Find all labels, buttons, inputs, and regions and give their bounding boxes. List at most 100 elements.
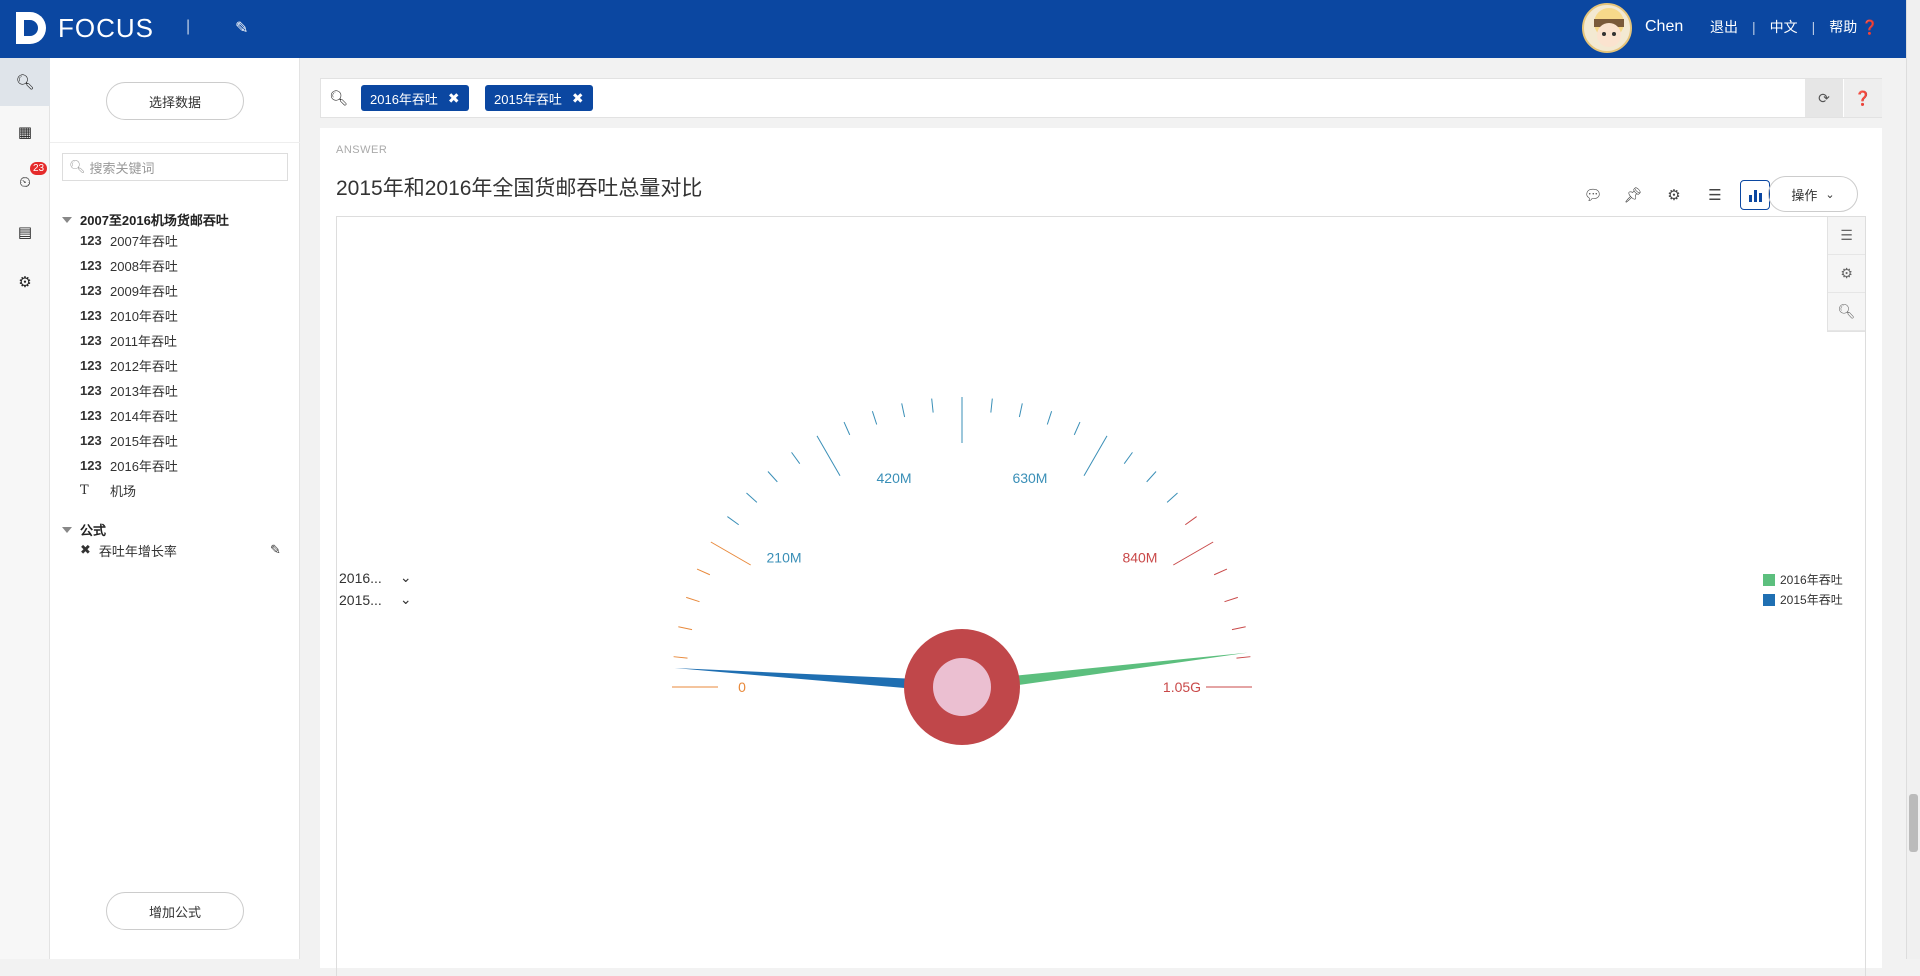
gauge-tick-label: 630M [1012, 470, 1047, 486]
search-nav-icon[interactable]: 🔍︎ [0, 58, 50, 106]
field-name: 2016年吞吐 [110, 458, 178, 474]
divider: | [186, 18, 191, 35]
number-type-icon: 123 [80, 307, 102, 323]
field-item[interactable]: 123 2008年吞吐 [80, 255, 178, 275]
field-name: 2013年吞吐 [110, 383, 178, 399]
field-item[interactable]: 123 2013年吞吐 [80, 380, 178, 400]
history-clock-icon[interactable]: ⏲ 23 [0, 158, 50, 206]
dataset-node[interactable]: 2007至2016机场货邮吞吐 [62, 210, 229, 229]
refresh-icon[interactable]: ⟳ [1805, 79, 1843, 117]
number-type-icon: 123 [80, 257, 102, 273]
help-link[interactable]: 帮助 ❓ [1829, 17, 1878, 37]
field-item[interactable]: 123 2014年吞吐 [80, 405, 178, 425]
chevron-down-icon[interactable] [62, 216, 72, 223]
avatar[interactable] [1582, 3, 1632, 53]
field-item[interactable]: 123 2007年吞吐 [80, 230, 178, 250]
settings-gear-icon[interactable]: ⚙ [0, 258, 50, 306]
help-icon[interactable]: ❓ [1844, 79, 1882, 117]
gauge-minor-tick [1046, 411, 1053, 425]
field-item[interactable]: 123 2010年吞吐 [80, 305, 178, 325]
gauge-minor-tick [1073, 421, 1081, 436]
select-data-button[interactable]: 选择数据 [106, 82, 244, 120]
logout-link[interactable]: 退出 [1710, 17, 1738, 37]
gauge-minor-tick [1231, 626, 1246, 631]
field-item[interactable]: 123 2015年吞吐 [80, 430, 178, 450]
search-bar[interactable]: 🔍︎ 2016年吞吐 ✖ 2015年吞吐 ✖ ⟳ ❓ [320, 78, 1882, 118]
help-label: 帮助 [1829, 19, 1858, 35]
settings-gear-icon[interactable]: ⚙ [1659, 180, 1689, 210]
username[interactable]: Chen [1645, 18, 1683, 36]
search-icon: 🔍︎ [69, 159, 86, 174]
number-type-icon: 123 [80, 407, 102, 423]
field-name: 机场 [110, 483, 137, 499]
calendar-icon[interactable]: ▤ [0, 208, 50, 256]
search-icon: 🔍︎ [329, 90, 349, 107]
question-circle-icon: ❓ [1861, 19, 1879, 35]
chart-container: ☰ ⚙ 🔍︎ 2016... ⌄ 2015... ⌄ 2016年吞吐 2015年… [336, 216, 1866, 976]
gauge-tick-label: 1.05G [1163, 679, 1201, 695]
formula-header: 公式 [80, 523, 107, 538]
page-scrollbar[interactable] [1906, 0, 1920, 959]
gauge-hub-inner [933, 658, 991, 716]
token-label: 2015年吞吐 [494, 91, 562, 107]
close-icon[interactable]: ✖ [572, 90, 584, 107]
gauge-chart: 0 210M 420M 630M 840M 1.05G [672, 397, 1252, 745]
operations-label: 操作 [1791, 187, 1818, 203]
chart-view-icon[interactable] [1740, 180, 1770, 210]
language-link[interactable]: 中文 [1770, 17, 1798, 37]
answer-card: ANSWER 2015年和2016年全国货邮吞吐总量对比 💬︎ 📌︎ ⚙ ☰ 操… [320, 128, 1882, 976]
gauge-minor-tick [990, 398, 993, 413]
list-icon[interactable]: ☰ [1828, 217, 1865, 255]
scrollbar-thumb[interactable] [1909, 794, 1918, 852]
top-bar: FOCUS | ✎ Chen 退出 | 中文 | 帮助 ❓ [0, 0, 1920, 58]
divider: | [1811, 19, 1816, 35]
gauge-minor-tick [1166, 492, 1178, 503]
search-token[interactable]: 2015年吞吐 ✖ [485, 85, 593, 111]
gauge-minor-tick [1236, 656, 1251, 659]
field-item[interactable]: 123 2012年吞吐 [80, 355, 178, 375]
chart-settings-icon[interactable]: ⚙ [1828, 255, 1865, 293]
apps-grid-icon[interactable]: ▦ [0, 108, 50, 156]
number-type-icon: 123 [80, 332, 102, 348]
add-formula-button[interactable]: 增加公式 [106, 892, 244, 930]
field-name: 2015年吞吐 [110, 433, 178, 449]
gauge-major-tick [1173, 541, 1214, 566]
dataset-name: 2007至2016机场货邮吞吐 [80, 213, 229, 228]
search-placeholder: 搜索关键词 [89, 160, 155, 176]
search-token[interactable]: 2016年吞吐 ✖ [361, 85, 469, 111]
edit-formula-icon[interactable]: ✎ [270, 542, 281, 558]
zoom-icon[interactable]: 🔍︎ [1828, 293, 1865, 331]
field-item[interactable]: T 机场 [80, 480, 136, 500]
table-view-icon[interactable]: ☰ [1700, 180, 1730, 210]
keyword-search-input[interactable]: 🔍︎ 搜索关键词 [62, 153, 288, 181]
edit-icon[interactable]: ✎ [235, 18, 248, 38]
comment-icon[interactable]: 💬︎ [1578, 180, 1608, 210]
chevron-down-icon: ⌄ [1825, 188, 1835, 201]
gauge-minor-tick [673, 656, 688, 659]
notification-badge: 23 [30, 162, 48, 175]
gauge-major-tick [710, 541, 751, 566]
formula-item[interactable]: ✖ 吞吐年增长率 [80, 540, 177, 560]
formula-node[interactable]: 公式 [62, 520, 106, 539]
focus-logo-icon[interactable] [12, 8, 52, 48]
field-name: 2010年吞吐 [110, 308, 178, 324]
operations-dropdown[interactable]: 操作 ⌄ [1768, 176, 1858, 212]
gauge-minor-tick [727, 516, 740, 526]
close-icon[interactable]: ✖ [448, 90, 460, 107]
field-name: 2008年吞吐 [110, 258, 178, 274]
gauge-minor-tick [1146, 471, 1157, 483]
gauge-minor-tick [746, 492, 758, 503]
gauge-minor-tick [871, 411, 878, 425]
number-type-icon: 123 [80, 282, 102, 298]
field-item[interactable]: 123 2016年吞吐 [80, 455, 178, 475]
gauge-minor-tick [767, 471, 778, 483]
gauge-tick-label: 840M [1122, 550, 1157, 566]
field-name: 2007年吞吐 [110, 233, 178, 249]
pin-icon[interactable]: 📌︎ [1618, 180, 1648, 210]
field-item[interactable]: 123 2011年吞吐 [80, 330, 177, 350]
number-type-icon: 123 [80, 432, 102, 448]
token-label: 2016年吞吐 [370, 91, 438, 107]
field-item[interactable]: 123 2009年吞吐 [80, 280, 178, 300]
close-icon[interactable]: ✖ [80, 542, 91, 558]
chevron-down-icon[interactable] [62, 526, 72, 533]
